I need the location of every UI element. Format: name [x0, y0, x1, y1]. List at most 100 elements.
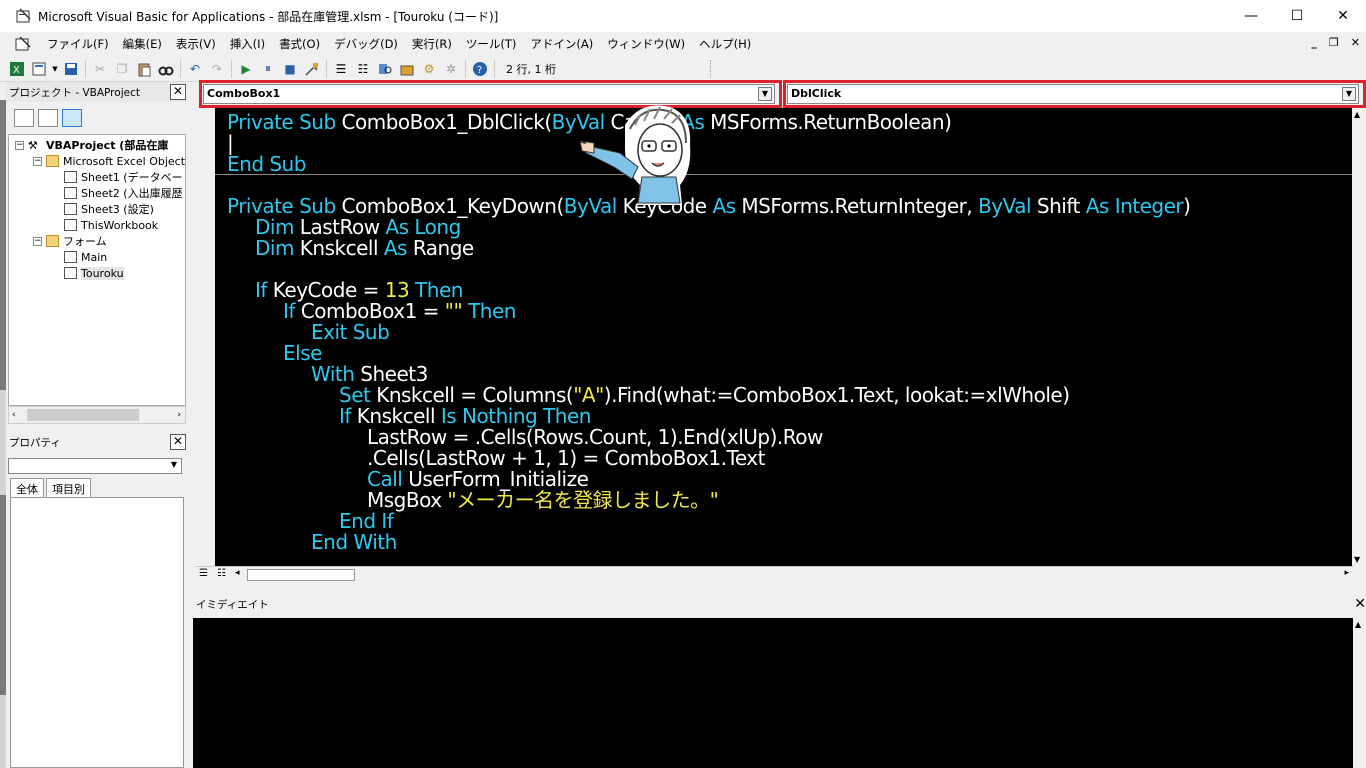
dropdown-arrow-icon[interactable]: ▼: [51, 59, 59, 79]
vba-icon: ⚒: [28, 139, 42, 152]
tree-item[interactable]: − Microsoft Excel Object: [33, 153, 185, 169]
menu-item[interactable]: ヘルプ(H): [692, 36, 758, 52]
insert-userform-icon[interactable]: [29, 59, 49, 79]
toolbox-icon[interactable]: [397, 59, 417, 79]
procedure-separator: [215, 174, 1352, 175]
mdi-close-button[interactable]: ✕: [1351, 36, 1360, 49]
code-line[interactable]: If Knskcell Is Nothing Then: [339, 406, 591, 427]
tree-item[interactable]: − フォーム: [33, 233, 107, 249]
properties-window-icon[interactable]: ☷: [353, 59, 373, 79]
form-icon: [64, 251, 77, 263]
run-icon[interactable]: ▶: [236, 59, 256, 79]
window-title: Microsoft Visual Basic for Applications …: [38, 9, 499, 24]
menu-item[interactable]: 実行(R): [405, 36, 459, 52]
code-line[interactable]: If KeyCode = 13 Then: [255, 280, 463, 301]
view-excel-icon[interactable]: X: [7, 59, 27, 79]
immediate-close-icon[interactable]: ✕: [1354, 596, 1366, 612]
code-line[interactable]: MsgBox "メーカー名を登録しました。": [367, 488, 719, 512]
menu-item[interactable]: 編集(E): [116, 36, 169, 52]
paste-icon[interactable]: [134, 59, 154, 79]
project-tree-scrollbar[interactable]: ‹ ›: [8, 406, 186, 424]
properties-pane-close-button[interactable]: ✕: [170, 434, 186, 450]
copy-icon[interactable]: ❐: [112, 59, 132, 79]
code-window-icon[interactable]: [14, 35, 32, 53]
code-line[interactable]: Else: [283, 343, 322, 364]
immediate-window-title: イミディエイト: [196, 598, 269, 611]
tree-item-label: フォーム: [63, 235, 107, 248]
code-line[interactable]: End If: [339, 511, 394, 532]
menu-item[interactable]: 表示(V): [169, 36, 223, 52]
properties-object-select[interactable]: ▼: [8, 458, 182, 474]
save-icon[interactable]: [61, 59, 81, 79]
full-module-view-icon[interactable]: ☷: [217, 568, 226, 579]
options-icon[interactable]: ✲: [441, 59, 461, 79]
tab-categorized[interactable]: 項目別: [46, 478, 91, 499]
help-icon[interactable]: ?: [470, 59, 490, 79]
tree-item[interactable]: − ⚒ VBAProject (部品在庫: [15, 137, 168, 153]
code-line[interactable]: |: [227, 133, 234, 154]
menu-item[interactable]: ツール(T): [459, 36, 524, 52]
code-vertical-scrollbar[interactable]: ▲ ▼: [1352, 108, 1366, 566]
code-line[interactable]: Dim LastRow As Long: [255, 217, 461, 238]
object-browser-icon[interactable]: [375, 59, 395, 79]
toolbar-grip[interactable]: [710, 60, 720, 78]
procedure-view-icon[interactable]: ☰: [199, 568, 208, 579]
svg-text:X: X: [13, 65, 20, 76]
code-horizontal-scrollbar[interactable]: ☰ ☷ ◂ ▸: [195, 566, 1353, 582]
immediate-window[interactable]: [193, 618, 1353, 768]
tree-item-label: Touroku: [81, 266, 124, 280]
tree-item[interactable]: Touroku: [51, 265, 124, 281]
code-line[interactable]: Dim Knskcell As Range: [255, 238, 474, 259]
toggle-folders-icon[interactable]: [62, 109, 82, 127]
menu-item[interactable]: 書式(O): [272, 36, 327, 52]
tree-item[interactable]: Sheet2 (入出庫履歴: [51, 185, 183, 201]
code-editor[interactable]: Private Sub ComboBox1_DblClick(ByVal Can…: [215, 108, 1352, 566]
menu-item[interactable]: ウィンドウ(W): [600, 36, 692, 52]
code-line[interactable]: Exit Sub: [311, 322, 390, 343]
undo-icon[interactable]: ↶: [185, 59, 205, 79]
maximize-button[interactable]: ☐: [1274, 0, 1320, 32]
project-pane-close-button[interactable]: ✕: [170, 84, 186, 100]
code-line[interactable]: End With: [311, 532, 397, 553]
redo-icon[interactable]: ↷: [207, 59, 227, 79]
break-icon[interactable]: ⏸: [258, 59, 278, 79]
design-mode-icon[interactable]: [302, 59, 322, 79]
tree-item[interactable]: Main: [51, 249, 107, 265]
mdi-minimize-button[interactable]: _: [1311, 36, 1317, 49]
close-button[interactable]: ✕: [1320, 0, 1366, 32]
tree-toggle-icon[interactable]: −: [33, 236, 42, 246]
tree-toggle-icon[interactable]: −: [15, 140, 24, 150]
minimize-button[interactable]: —: [1228, 0, 1274, 32]
mdi-restore-button[interactable]: ❐: [1329, 36, 1339, 49]
reset-icon[interactable]: ■: [280, 59, 300, 79]
code-line[interactable]: End Sub: [227, 154, 306, 175]
view-code-icon[interactable]: [14, 109, 34, 127]
chevron-down-icon: ▼: [170, 460, 178, 469]
tab-alphabetic[interactable]: 全体: [10, 478, 44, 499]
menu-item[interactable]: デバッグ(D): [327, 36, 405, 52]
menu-item[interactable]: アドイン(A): [523, 36, 600, 52]
tree-item[interactable]: Sheet3 (設定): [51, 201, 154, 217]
menu-item[interactable]: 挿入(I): [223, 36, 272, 52]
pointing-character-illustration: [577, 95, 710, 205]
find-icon[interactable]: [156, 59, 176, 79]
code-line[interactable]: LastRow = .Cells(Rows.Count, 1).End(xlUp…: [367, 427, 823, 448]
cut-icon[interactable]: ✂: [90, 59, 110, 79]
code-line[interactable]: If ComboBox1 = "" Then: [283, 301, 516, 322]
code-line[interactable]: .Cells(LastRow + 1, 1) = ComboBox1.Text: [367, 448, 765, 469]
tab-order-icon[interactable]: ⚙: [419, 59, 439, 79]
code-text: Shift: [1036, 194, 1086, 218]
code-line[interactable]: Set Knskcell = Columns("A").Find(what:=C…: [339, 385, 1070, 406]
properties-pane-title: プロパティ: [9, 436, 61, 449]
code-line[interactable]: Call UserForm_Initialize: [367, 469, 589, 490]
tree-toggle-icon[interactable]: −: [33, 156, 42, 166]
view-object-icon[interactable]: [38, 109, 58, 127]
folder-icon: [46, 155, 59, 167]
menu-item[interactable]: ファイル(F): [40, 36, 116, 52]
project-explorer-icon[interactable]: ☰: [331, 59, 351, 79]
code-string: "メーカー名を登録しました。": [447, 488, 719, 512]
tree-item[interactable]: Sheet1 (データベー: [51, 169, 183, 185]
immediate-scrollbar[interactable]: ▲: [1353, 618, 1366, 768]
code-line[interactable]: With Sheet3: [311, 364, 428, 385]
tree-item[interactable]: ThisWorkbook: [51, 217, 158, 233]
